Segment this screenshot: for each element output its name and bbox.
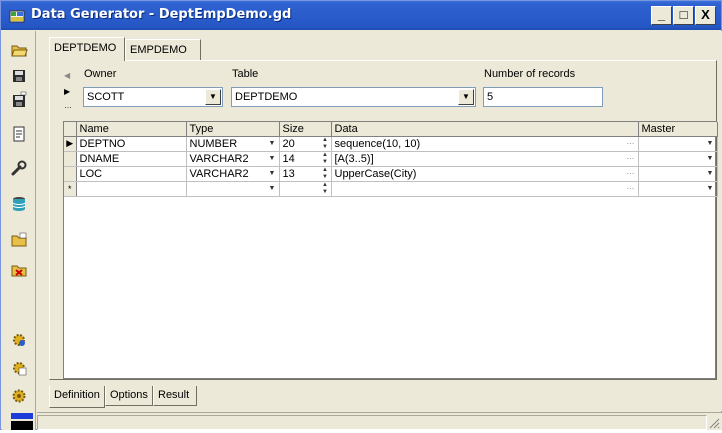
resize-grip-icon[interactable] [708, 417, 720, 429]
status-bar [37, 412, 722, 430]
chevron-down-icon[interactable]: ▼ [705, 138, 716, 149]
table-select[interactable]: DEPTDEMO ▼ [231, 87, 476, 107]
table-row[interactable]: DNAME VARCHAR2 ▼ 14 ▲ ▼ [A(3..5)]… ▼ [64, 151, 718, 167]
spinner-icon[interactable]: ▲ ▼ [321, 167, 330, 181]
status-panel [37, 415, 707, 430]
cell-name[interactable] [76, 181, 187, 197]
chevron-down-icon[interactable]: ▼ [267, 183, 278, 194]
chevron-down-icon[interactable]: ▼ [205, 89, 221, 105]
table-label: Table [232, 68, 259, 80]
gear-blue-icon[interactable] [10, 331, 28, 349]
cell-size[interactable]: 20 ▲ ▼ [279, 136, 332, 152]
current-row-indicator: ▶ [64, 136, 77, 152]
column-header-name[interactable]: Name [76, 122, 187, 137]
document-icon[interactable] [10, 125, 28, 143]
database-icon[interactable] [10, 195, 28, 213]
cell-type[interactable]: VARCHAR2 ▼ [186, 166, 280, 182]
cell-name[interactable]: DNAME [76, 151, 187, 167]
folder-delete-icon[interactable] [10, 261, 28, 279]
gear-yellow-icon[interactable] [10, 359, 28, 377]
cell-master[interactable]: ▼ [638, 181, 718, 197]
grid-header: Name Type Size Data Master [64, 122, 718, 137]
spinner-icon[interactable]: ▲ ▼ [321, 137, 330, 151]
left-toolbar [2, 31, 36, 430]
chevron-down-icon[interactable]: ▼ [267, 153, 278, 164]
cell-size[interactable]: 14 ▲ ▼ [279, 151, 332, 167]
app-window: Data Generator - DeptEmpDemo.gd _ □ X DE… [0, 0, 722, 430]
save-as-icon[interactable] [10, 91, 28, 109]
chevron-down-icon[interactable]: ▼ [705, 153, 716, 164]
tab-empdemo[interactable]: EMPDEMO [125, 39, 201, 61]
spinner-icon[interactable]: ▲ ▼ [321, 182, 330, 196]
main-content: DEPTDEMO EMPDEMO ◀ ▶ … Owner SCOTT ▼ Tab… [37, 31, 722, 411]
open-folder-icon[interactable] [10, 41, 28, 59]
tab-options[interactable]: Options [105, 386, 153, 406]
cell-size[interactable]: ▲ ▼ [279, 181, 332, 197]
ellipsis-icon[interactable]: … [626, 137, 636, 148]
row-navigator[interactable]: ◀ ▶ … [64, 69, 76, 117]
maximize-button[interactable]: □ [673, 6, 694, 25]
gear-icon[interactable] [10, 387, 28, 405]
column-header-type[interactable]: Type [186, 122, 280, 137]
folder-open-icon[interactable] [10, 231, 28, 249]
wrench-icon[interactable] [10, 159, 28, 177]
tab-deptdemo[interactable]: DEPTDEMO [49, 37, 125, 61]
columns-grid: Name Type Size Data Master ▶ DEPTNO NUMB… [63, 121, 718, 379]
column-header-master[interactable]: Master [638, 122, 718, 137]
cell-size[interactable]: 13 ▲ ▼ [279, 166, 332, 182]
cell-name[interactable]: LOC [76, 166, 187, 182]
column-header-data[interactable]: Data [331, 122, 639, 137]
save-icon[interactable] [10, 67, 28, 85]
chevron-down-icon[interactable]: ▼ [267, 138, 278, 149]
table-value: DEPTDEMO [235, 91, 298, 103]
definition-panel: ◀ ▶ … Owner SCOTT ▼ Table DEPTDEMO ▼ Num… [49, 60, 718, 380]
chevron-down-icon[interactable]: ▼ [267, 168, 278, 179]
owner-select[interactable]: SCOTT ▼ [83, 87, 223, 107]
cell-name[interactable]: DEPTNO [76, 136, 187, 152]
chevron-down-icon[interactable]: ▼ [705, 183, 716, 194]
row-indicator [64, 151, 77, 167]
window-title: Data Generator - DeptEmpDemo.gd [31, 7, 292, 22]
ellipsis-icon[interactable]: … [626, 182, 636, 193]
column-header-size[interactable]: Size [279, 122, 332, 137]
cell-master[interactable]: ▼ [638, 166, 718, 182]
close-button[interactable]: X [695, 6, 716, 25]
records-input[interactable]: 5 [483, 87, 603, 107]
more-icon[interactable]: … [64, 101, 72, 110]
table-row[interactable]: ▶ DEPTNO NUMBER ▼ 20 ▲ ▼ sequence(10, 10)… … [64, 136, 718, 152]
table-row[interactable]: LOC VARCHAR2 ▼ 13 ▲ ▼ UpperCase(City)… ▼ [64, 166, 718, 182]
cell-type[interactable]: ▼ [186, 181, 280, 197]
title-bar[interactable]: Data Generator - DeptEmpDemo.gd _ □ X [1, 1, 721, 30]
cell-data[interactable]: sequence(10, 10)… [331, 136, 639, 152]
cell-master[interactable]: ▼ [638, 151, 718, 167]
new-row-indicator: * [64, 181, 77, 197]
prev-arrow-icon[interactable]: ◀ [64, 71, 70, 80]
chevron-down-icon[interactable]: ▼ [705, 168, 716, 179]
owner-value: SCOTT [87, 91, 125, 103]
spinner-icon[interactable]: ▲ ▼ [321, 152, 330, 166]
cell-data[interactable]: [A(3..5)]… [331, 151, 639, 167]
records-label: Number of records [484, 68, 576, 80]
cell-type[interactable]: VARCHAR2 ▼ [186, 151, 280, 167]
color-indicator-icon [11, 413, 33, 430]
app-icon [9, 10, 25, 23]
tab-result[interactable]: Result [153, 386, 197, 406]
cell-master[interactable]: ▼ [638, 136, 718, 152]
ellipsis-icon[interactable]: … [626, 152, 636, 163]
minimize-button[interactable]: _ [651, 6, 672, 25]
row-indicator [64, 166, 77, 182]
cell-data[interactable]: … [331, 181, 639, 197]
next-arrow-icon[interactable]: ▶ [64, 87, 70, 96]
indicator-header [64, 122, 77, 137]
chevron-down-icon[interactable]: ▼ [458, 89, 474, 105]
table-row-new[interactable]: * ▼ ▲ ▼ … ▼ [64, 181, 718, 197]
tab-definition[interactable]: Definition [49, 386, 105, 408]
owner-label: Owner [84, 68, 117, 80]
cell-type[interactable]: NUMBER ▼ [186, 136, 280, 152]
ellipsis-icon[interactable]: … [626, 167, 636, 178]
cell-data[interactable]: UpperCase(City)… [331, 166, 639, 182]
